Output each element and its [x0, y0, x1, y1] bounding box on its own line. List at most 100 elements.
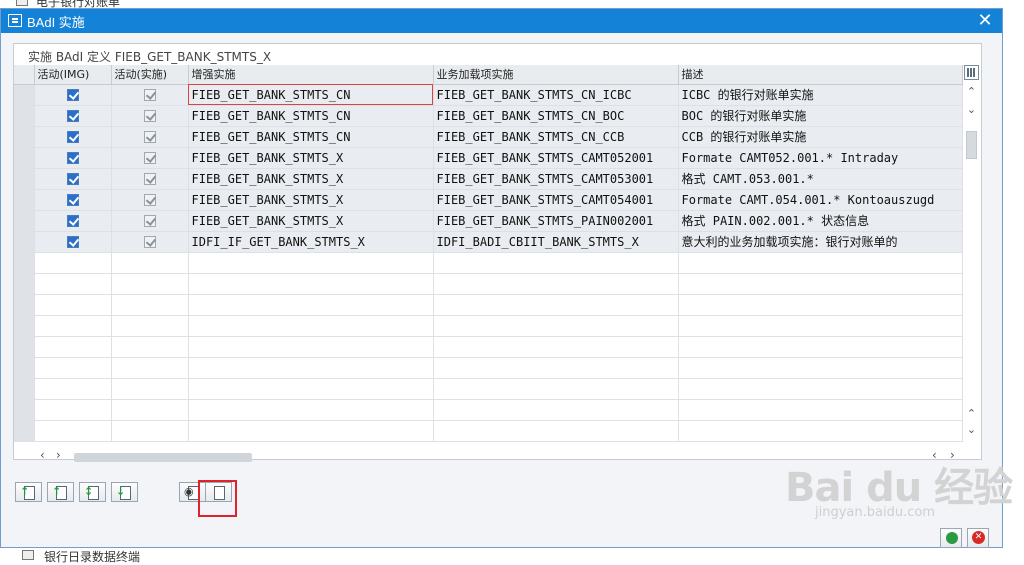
- active-img-checkbox[interactable]: [66, 89, 79, 101]
- description-cell[interactable]: [678, 252, 963, 274]
- row-selector[interactable]: [14, 84, 35, 106]
- scrollbar-thumb[interactable]: [74, 453, 252, 462]
- enhancement-implementation-cell[interactable]: FIEB_GET_BANK_STMTS_X: [188, 210, 434, 232]
- select-all-header[interactable]: [14, 65, 35, 85]
- badi-implementation-cell[interactable]: [433, 315, 679, 337]
- cancel-button[interactable]: [967, 528, 989, 548]
- table-row[interactable]: FIEB_GET_BANK_STMTS_X FIEB_GET_BANK_STMTS…: [14, 210, 963, 232]
- badi-implementation-cell[interactable]: [433, 294, 679, 316]
- active-img-checkbox[interactable]: [66, 173, 79, 185]
- description-cell[interactable]: BOC 的银行对账单实施: [678, 105, 963, 127]
- active-impl-cell[interactable]: [111, 126, 189, 148]
- description-cell[interactable]: CCB 的银行对账单实施: [678, 126, 963, 148]
- badi-implementation-cell[interactable]: FIEB_GET_BANK_STMTS_CAMT053001: [433, 168, 679, 190]
- active-img-cell[interactable]: [34, 105, 112, 127]
- table-row[interactable]: FIEB_GET_BANK_STMTS_CN FIEB_GET_BANK_STMT…: [14, 126, 963, 148]
- row-selector[interactable]: [14, 126, 35, 148]
- table-row[interactable]: [14, 315, 963, 337]
- badi-implementation-cell[interactable]: FIEB_GET_BANK_STMTS_CN_ICBC: [433, 84, 679, 106]
- active-impl-cell[interactable]: [111, 147, 189, 169]
- chevron-down-icon[interactable]: ⌄: [964, 423, 979, 436]
- description-cell[interactable]: [678, 315, 963, 337]
- active-impl-cell[interactable]: [111, 231, 189, 253]
- active-img-cell[interactable]: [34, 399, 112, 421]
- chevron-up-icon[interactable]: ⌃: [964, 407, 979, 420]
- active-impl-cell[interactable]: [111, 105, 189, 127]
- active-img-cell[interactable]: [34, 315, 112, 337]
- active-img-cell[interactable]: [34, 252, 112, 274]
- enhancement-implementation-cell[interactable]: FIEB_GET_BANK_STMTS_CN: [188, 126, 434, 148]
- table-row[interactable]: [14, 399, 963, 421]
- table-row[interactable]: FIEB_GET_BANK_STMTS_X FIEB_GET_BANK_STMTS…: [14, 147, 963, 169]
- active-impl-cell[interactable]: [111, 84, 189, 106]
- enhancement-implementation-cell[interactable]: FIEB_GET_BANK_STMTS_X: [188, 147, 434, 169]
- active-img-cell[interactable]: [34, 147, 112, 169]
- badi-implementation-cell[interactable]: FIEB_GET_BANK_STMTS_CAMT052001: [433, 147, 679, 169]
- row-selector[interactable]: [14, 420, 35, 442]
- move-down-button[interactable]: ↕: [79, 482, 106, 502]
- description-cell[interactable]: 意大利的业务加载项实施：银行对账单的: [678, 231, 963, 253]
- description-cell[interactable]: [678, 357, 963, 379]
- enhancement-implementation-cell[interactable]: [188, 315, 434, 337]
- enhancement-implementation-cell[interactable]: [188, 294, 434, 316]
- enhancement-implementation-cell[interactable]: IDFI_IF_GET_BANK_STMTS_X: [188, 231, 434, 253]
- enhancement-implementation-cell[interactable]: [188, 420, 434, 442]
- active-img-checkbox[interactable]: [66, 194, 79, 206]
- active-impl-cell[interactable]: [111, 357, 189, 379]
- description-cell[interactable]: 格式 PAIN.002.001.* 状态信息: [678, 210, 963, 232]
- badi-implementation-cell[interactable]: FIEB_GET_BANK_STMTS_CN_CCB: [433, 126, 679, 148]
- vertical-scrollbar[interactable]: ⌃ ⌄ ⌃ ⌄: [963, 65, 980, 439]
- table-row[interactable]: [14, 273, 963, 295]
- row-selector[interactable]: [14, 294, 35, 316]
- active-impl-cell[interactable]: [111, 273, 189, 295]
- enhancement-implementation-cell[interactable]: FIEB_GET_BANK_STMTS_X: [188, 168, 434, 190]
- active-img-cell[interactable]: [34, 210, 112, 232]
- active-img-cell[interactable]: [34, 168, 112, 190]
- description-cell[interactable]: [678, 336, 963, 358]
- row-selector[interactable]: [14, 273, 35, 295]
- active-img-checkbox[interactable]: [66, 236, 79, 248]
- row-selector[interactable]: [14, 399, 35, 421]
- active-impl-cell[interactable]: [111, 210, 189, 232]
- badi-implementation-cell[interactable]: [433, 336, 679, 358]
- description-cell[interactable]: [678, 273, 963, 295]
- row-selector[interactable]: [14, 168, 35, 190]
- badi-implementation-cell[interactable]: IDFI_BADI_CBIIT_BANK_STMTS_X: [433, 231, 679, 253]
- description-cell[interactable]: [678, 399, 963, 421]
- badi-implementation-cell[interactable]: [433, 378, 679, 400]
- move-to-top-button[interactable]: ↑: [15, 482, 42, 502]
- active-img-cell[interactable]: [34, 273, 112, 295]
- close-button[interactable]: ✕: [974, 10, 996, 32]
- description-cell[interactable]: [678, 420, 963, 442]
- badi-implementation-cell[interactable]: [433, 252, 679, 274]
- table-row[interactable]: IDFI_IF_GET_BANK_STMTS_X IDFI_BADI_CBIIT_…: [14, 231, 963, 253]
- column-header[interactable]: 增强实施: [188, 65, 434, 85]
- row-selector[interactable]: [14, 357, 35, 379]
- chevron-up-icon[interactable]: ⌃: [964, 85, 979, 98]
- row-selector[interactable]: [14, 105, 35, 127]
- active-impl-cell[interactable]: [111, 252, 189, 274]
- row-selector[interactable]: [14, 147, 35, 169]
- table-row[interactable]: [14, 336, 963, 358]
- enhancement-implementation-cell[interactable]: FIEB_GET_BANK_STMTS_CN: [188, 84, 434, 106]
- badi-implementation-cell[interactable]: FIEB_GET_BANK_STMTS_PAIN002001: [433, 210, 679, 232]
- row-selector[interactable]: [14, 189, 35, 211]
- table-settings-icon[interactable]: [964, 65, 979, 80]
- active-impl-cell[interactable]: [111, 168, 189, 190]
- scrollbar-thumb[interactable]: [966, 131, 977, 159]
- dialog-titlebar[interactable]: BAdI 实施 ✕: [1, 9, 1002, 33]
- active-impl-cell[interactable]: [111, 399, 189, 421]
- active-img-checkbox[interactable]: [66, 215, 79, 227]
- description-cell[interactable]: 格式 CAMT.053.001.*: [678, 168, 963, 190]
- enhancement-implementation-cell[interactable]: [188, 252, 434, 274]
- row-selector[interactable]: [14, 231, 35, 253]
- active-impl-cell[interactable]: [111, 336, 189, 358]
- badi-implementation-cell[interactable]: [433, 399, 679, 421]
- table-row[interactable]: [14, 420, 963, 442]
- row-selector[interactable]: [14, 315, 35, 337]
- active-img-checkbox[interactable]: [66, 152, 79, 164]
- active-img-cell[interactable]: [34, 420, 112, 442]
- table-row[interactable]: [14, 357, 963, 379]
- chevron-down-icon[interactable]: ⌄: [964, 103, 979, 116]
- row-selector[interactable]: [14, 252, 35, 274]
